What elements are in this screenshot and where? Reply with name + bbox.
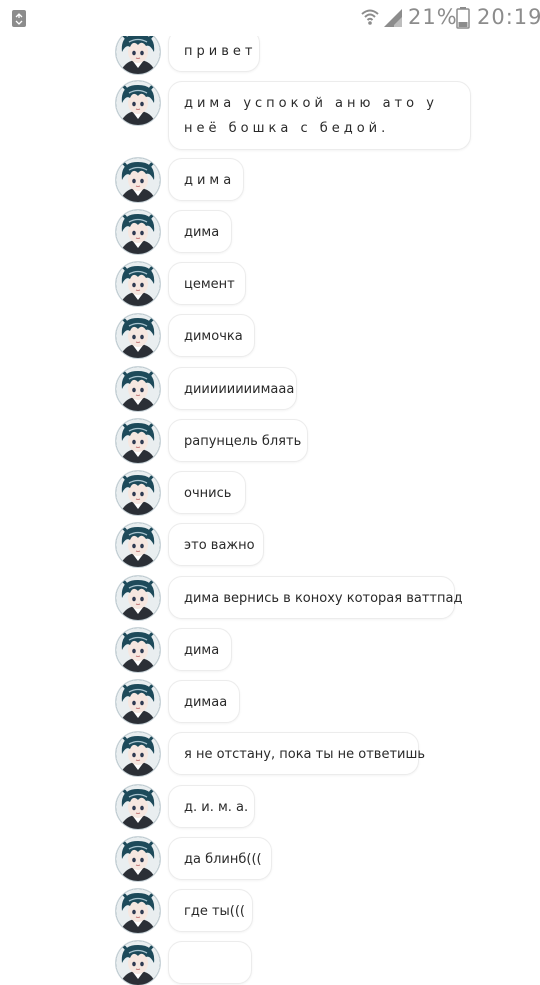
contact-avatar[interactable]: [116, 732, 160, 776]
avatar-illustration: [116, 210, 160, 254]
avatar-illustration: [116, 471, 160, 515]
status-bar: 21% 20:19: [0, 0, 540, 36]
contact-avatar[interactable]: [116, 419, 160, 463]
avatar-illustration: [116, 81, 160, 125]
message-bubble[interactable]: д. и. м. а.: [168, 785, 255, 828]
avatar-illustration: [116, 941, 160, 985]
avatar-illustration: [116, 419, 160, 463]
avatar-illustration: [116, 732, 160, 776]
message-bubble[interactable]: [168, 941, 252, 984]
contact-avatar[interactable]: [116, 262, 160, 306]
message-bubble[interactable]: дима успокой аню ато у неё бошка с бедой…: [168, 81, 471, 150]
message-bubble[interactable]: где ты(((: [168, 889, 253, 932]
contact-avatar[interactable]: [116, 30, 160, 74]
message-bubble[interactable]: диииииииимааа: [168, 367, 297, 410]
contact-avatar[interactable]: [116, 367, 160, 411]
battery-percentage: 21%: [408, 5, 458, 29]
message-bubble[interactable]: рапунцель блять: [168, 419, 308, 462]
avatar-illustration: [116, 889, 160, 933]
contact-avatar[interactable]: [116, 680, 160, 724]
avatar-illustration: [116, 314, 160, 358]
battery-icon: [456, 7, 470, 29]
message-bubble[interactable]: цемент: [168, 262, 246, 305]
avatar-illustration: [116, 262, 160, 306]
wifi-icon: [361, 9, 379, 25]
avatar-illustration: [116, 523, 160, 567]
contact-avatar[interactable]: [116, 210, 160, 254]
message-bubble[interactable]: димочка: [168, 314, 255, 357]
contact-avatar[interactable]: [116, 576, 160, 620]
contact-avatar[interactable]: [116, 81, 160, 125]
message-bubble[interactable]: димаа: [168, 680, 240, 723]
contact-avatar[interactable]: [116, 314, 160, 358]
contact-avatar[interactable]: [116, 628, 160, 672]
message-bubble[interactable]: дима: [168, 210, 232, 253]
message-bubble[interactable]: дима вернись в коноху которая ваттпад: [168, 576, 462, 619]
avatar-illustration: [116, 158, 160, 202]
avatar-illustration: [116, 785, 160, 829]
avatar-illustration: [116, 628, 160, 672]
message-bubble[interactable]: это важно: [168, 523, 264, 566]
contact-avatar[interactable]: [116, 785, 160, 829]
avatar-illustration: [116, 576, 160, 620]
chat-message-list[interactable]: привет дима успокой аню ато у неё бошка …: [0, 0, 540, 985]
avatar-illustration: [116, 367, 160, 411]
message-bubble[interactable]: я не отстану, пока ты не ответишь: [168, 732, 425, 775]
contact-avatar[interactable]: [116, 471, 160, 515]
message-bubble[interactable]: дима: [168, 628, 232, 671]
clock: 20:19: [477, 5, 540, 29]
avatar-illustration: [116, 680, 160, 724]
message-bubble[interactable]: очнись: [168, 471, 246, 514]
contact-avatar[interactable]: [116, 889, 160, 933]
contact-avatar[interactable]: [116, 941, 160, 985]
message-bubble[interactable]: да блинб(((: [168, 837, 272, 880]
recycle-icon: [12, 10, 26, 27]
message-bubble[interactable]: дима: [168, 158, 244, 201]
avatar-illustration: [116, 30, 160, 74]
contact-avatar[interactable]: [116, 837, 160, 881]
avatar-illustration: [116, 837, 160, 881]
contact-avatar[interactable]: [116, 523, 160, 567]
signal-icon: [384, 9, 402, 27]
contact-avatar[interactable]: [116, 158, 160, 202]
